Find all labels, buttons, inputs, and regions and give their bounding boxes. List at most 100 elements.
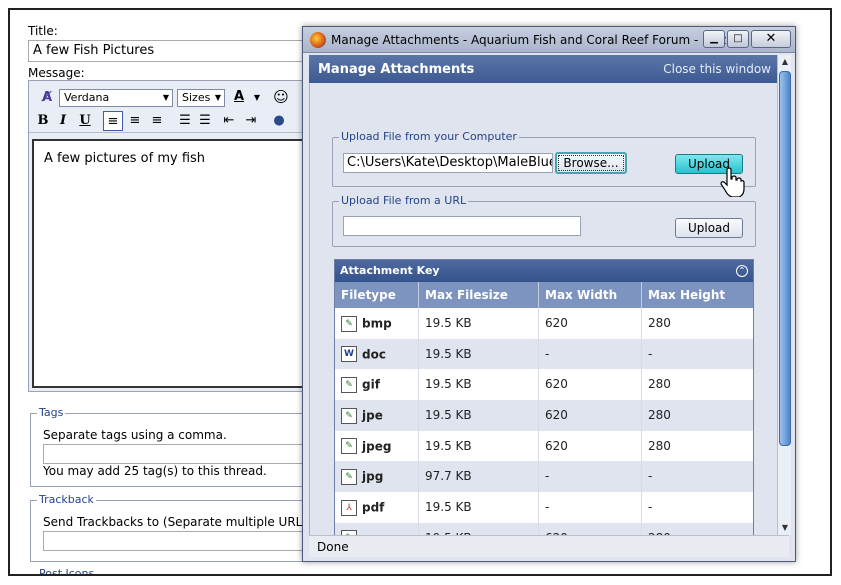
word-file-icon: W [341,346,357,363]
minimize-icon[interactable]: ▁ [703,30,725,48]
window-title: Manage Attachments - Aquarium Fish and C… [331,33,738,47]
width-cell: - [539,461,642,493]
height-cell: 280 [642,523,753,535]
col-max-width: Max Width [539,282,642,308]
col-filetype: Filetype [335,282,419,308]
table-row: ⅄ pdf 19.5 KB - - [335,492,753,523]
scroll-up-icon[interactable]: ▲ [778,55,792,69]
filesize-cell: 19.5 KB [419,492,539,523]
filesize-cell: 19.5 KB [419,338,539,370]
window-scrollbar[interactable]: ▲ ▼ [777,55,791,535]
tags-legend: Tags [37,406,66,419]
tags-hint: Separate tags using a comma. [43,428,227,442]
trackback-legend: Trackback [37,493,96,506]
title-input[interactable]: A few Fish Pictures [28,40,328,62]
filetype-name: jpe [362,408,383,423]
attachment-key-title-text: Attachment Key [340,264,440,277]
upload-url-legend: Upload File from a URL [339,194,469,207]
window-titlebar[interactable]: Manage Attachments - Aquarium Fish and C… [303,27,795,53]
height-cell: - [648,500,653,515]
ordered-list-icon[interactable]: ☰ [175,111,195,131]
bold-icon[interactable]: B [33,111,53,131]
window-content: Manage Attachments Close this window Upl… [309,55,777,535]
size-select[interactable]: Sizes ▼ [177,89,225,107]
filesize-cell: 19.5 KB [419,308,539,339]
align-left-icon[interactable]: ≡ [103,111,123,131]
status-bar: Done [309,535,789,557]
table-row: ✎ jpe 19.5 KB 620 280 [335,400,753,431]
chevron-down-icon[interactable]: ▼ [247,88,267,108]
height-cell: - [648,469,653,484]
image-file-icon: ✎ [341,468,357,485]
message-textarea[interactable]: A few pictures of my fish [32,139,317,388]
height-cell: 280 [648,438,671,453]
attachments-panel: Upload File from your Computer C:\Users\… [309,83,777,535]
underline-icon[interactable]: U [75,111,95,131]
filetype-name: pdf [362,500,385,515]
editor-toolbar: A̸ Verdana ▼ Sizes ▼ A ▼ ☺ B I U ≡ ≡ ≡ ☰… [29,81,317,133]
table-row: ✎ jpeg 19.5 KB 620 280 [335,430,753,462]
height-cell: - [648,346,653,361]
filesize-cell: 19.5 KB [419,369,539,401]
tags-count: You may add 25 tag(s) to this thread. [43,464,267,478]
filesize-cell: 19.5 KB [419,430,539,462]
filetype-name: gif [362,377,380,392]
upload-url-button[interactable]: Upload [675,218,743,238]
table-row: ✎ gif 19.5 KB 620 280 [335,369,753,401]
table-row: ✎ bmp 19.5 KB 620 280 [335,308,753,339]
trackback-fieldset: Trackback Send Trackbacks to (Separate m… [30,493,330,562]
browse-button[interactable]: Browse... [555,152,627,174]
font-select-value: Verdana [64,91,110,104]
link-globe-icon[interactable]: ● [269,111,289,131]
font-select[interactable]: Verdana ▼ [59,89,173,107]
text-color-icon[interactable]: A [229,87,249,107]
post-icons-legend: Post Icons [37,567,97,574]
tags-fieldset: Tags Separate tags using a comma. You ma… [30,406,330,487]
width-cell: - [539,492,642,523]
height-cell: 280 [648,377,671,392]
manage-attachments-window: Manage Attachments - Aquarium Fish and C… [302,26,796,562]
hand-cursor-icon [720,167,745,197]
align-center-icon[interactable]: ≡ [125,111,145,131]
smiley-icon[interactable]: ☺ [271,87,291,107]
file-path-input[interactable]: C:\Users\Kate\Desktop\MaleBlueF [343,153,553,173]
align-right-icon[interactable]: ≡ [147,111,167,131]
firefox-icon [310,32,326,48]
scroll-down-icon[interactable]: ▼ [778,521,792,535]
filetype-name: jpeg [362,439,392,454]
image-file-icon: ✎ [341,407,357,424]
scrollbar-thumb[interactable] [779,71,791,446]
image-file-icon: ✎ [341,315,357,332]
upload-computer-group: Upload File from your Computer C:\Users\… [332,130,756,197]
close-icon[interactable]: ✕ [751,30,791,48]
italic-icon[interactable]: I [53,111,73,131]
remove-format-icon[interactable]: A̸ [37,88,57,108]
indent-icon[interactable]: ⇥ [241,111,261,131]
width-cell: 620 [539,369,642,401]
maximize-icon[interactable]: □ [727,30,749,48]
attachment-key-body: ✎ bmp 19.5 KB 620 280 Wdoc 19.5 KB - - ✎ g… [335,308,753,535]
trackback-input[interactable] [43,531,329,551]
pdf-file-icon: ⅄ [341,499,357,516]
manage-attachments-header: Manage Attachments Close this window [309,55,777,83]
collapse-icon[interactable]: ⌃ [736,265,748,277]
url-input[interactable] [343,216,581,236]
table-row: Wdoc 19.5 KB - - [335,338,753,370]
col-max-height: Max Height [648,288,726,302]
trackback-hint: Send Trackbacks to (Separate multiple UR… [43,515,309,529]
table-row: ✎png 19.5 KB 620 280 [335,522,753,535]
outdent-icon[interactable]: ⇤ [219,111,239,131]
size-select-value: Sizes [182,91,211,104]
unordered-list-icon[interactable]: ☰ [195,111,215,131]
tags-input[interactable] [43,444,329,464]
attachment-key-header: Filetype Max Filesize Max Width Max Heig… [335,282,753,308]
chevron-down-icon: ▼ [162,93,170,102]
width-cell: 620 [539,400,642,431]
upload-url-group: Upload File from a URL Upload [332,194,756,247]
filetype-name: jpg [362,469,384,484]
status-text: Done [317,540,349,554]
upload-computer-legend: Upload File from your Computer [339,130,519,143]
close-window-link[interactable]: Close this window [663,62,771,76]
width-cell: - [539,338,642,370]
post-icons-fieldset: Post Icons [37,567,97,574]
